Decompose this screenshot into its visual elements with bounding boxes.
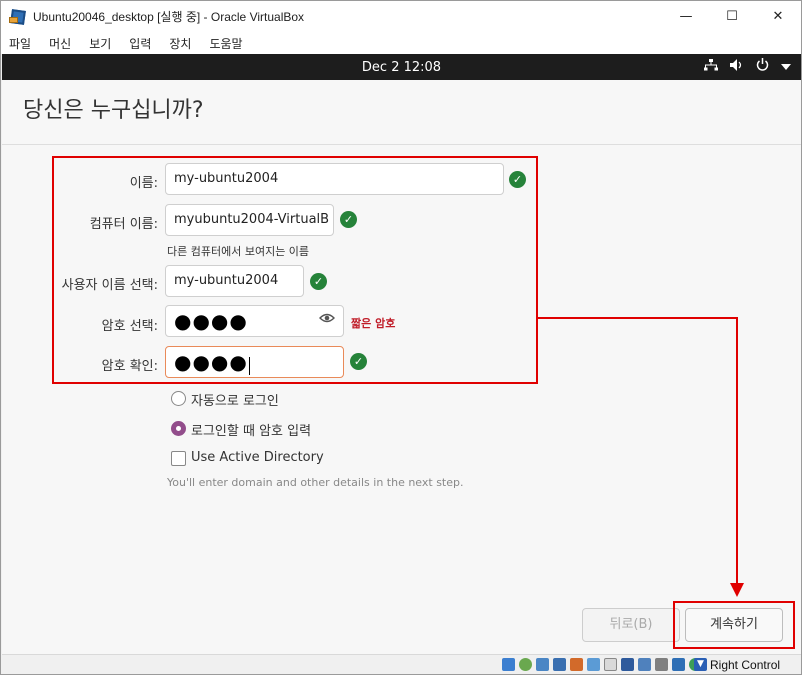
- dropdown-arrow-icon[interactable]: [781, 59, 791, 74]
- minimize-button[interactable]: —: [663, 1, 709, 32]
- menu-devices[interactable]: 장치: [169, 35, 191, 52]
- menu-input[interactable]: 입력: [129, 35, 151, 52]
- menu-bar: 파일 머신 보기 입력 장치 도움말: [1, 32, 801, 54]
- virtualbox-app-icon: [9, 8, 27, 26]
- page-title: 당신은 누구십니까?: [23, 98, 204, 123]
- drag-drop-icon[interactable]: [638, 658, 651, 671]
- vm-status-bar: ▼ Right Control: [2, 654, 801, 674]
- require-password-label[interactable]: 로그인할 때 암호 입력: [191, 420, 311, 439]
- maximize-button[interactable]: ☐: [709, 1, 755, 32]
- close-button[interactable]: ✕: [755, 1, 801, 32]
- back-button[interactable]: 뒤로(B): [582, 608, 680, 642]
- menu-help[interactable]: 도움말: [209, 35, 242, 52]
- status-icons: [502, 658, 702, 671]
- annotation-arrow-horizontal: [538, 317, 738, 319]
- ubuntu-top-bar: Dec 2 12:08: [2, 54, 801, 80]
- virtualbox-window: Ubuntu20046_desktop [실행 중] - Oracle Virt…: [0, 0, 802, 675]
- annotation-arrow-head: [730, 583, 744, 597]
- system-tray[interactable]: [704, 58, 791, 75]
- active-directory-checkbox[interactable]: [171, 451, 186, 466]
- menu-view[interactable]: 보기: [89, 35, 111, 52]
- display-icon[interactable]: [604, 658, 617, 671]
- clock[interactable]: Dec 2 12:08: [2, 60, 801, 75]
- menu-file[interactable]: 파일: [9, 35, 31, 52]
- host-key-arrow-icon: ▼: [694, 658, 707, 671]
- network-icon[interactable]: [704, 58, 718, 75]
- active-directory-note: You'll enter domain and other details in…: [167, 476, 464, 489]
- auto-login-radio[interactable]: [171, 391, 186, 406]
- harddisk-icon[interactable]: [502, 658, 515, 671]
- auto-login-label[interactable]: 자동으로 로그인: [191, 390, 279, 409]
- require-password-radio[interactable]: [171, 421, 186, 436]
- audio-icon[interactable]: [536, 658, 549, 671]
- annotation-arrow-vertical: [736, 317, 738, 587]
- virtualization-icon[interactable]: [672, 658, 685, 671]
- annotation-box-continue: [673, 601, 795, 649]
- usb-icon[interactable]: [570, 658, 583, 671]
- power-icon[interactable]: [756, 58, 769, 75]
- active-directory-label[interactable]: Use Active Directory: [191, 450, 324, 465]
- cpu-icon[interactable]: [655, 658, 668, 671]
- annotation-box-fields: [52, 156, 538, 384]
- window-title: Ubuntu20046_desktop [실행 중] - Oracle Virt…: [33, 10, 305, 24]
- optical-drive-icon[interactable]: [519, 658, 532, 671]
- guest-screen: Dec 2 12:08 당신은 누구십니까? 이름: my-ubuntu2004: [2, 54, 801, 654]
- host-key-label: Right Control: [710, 658, 781, 672]
- recording-icon[interactable]: [621, 658, 634, 671]
- divider: [2, 144, 801, 145]
- title-bar: Ubuntu20046_desktop [실행 중] - Oracle Virt…: [1, 1, 801, 32]
- network-adapter-icon[interactable]: [553, 658, 566, 671]
- shared-folder-icon[interactable]: [587, 658, 600, 671]
- volume-icon[interactable]: [730, 58, 744, 75]
- menu-machine[interactable]: 머신: [49, 35, 71, 52]
